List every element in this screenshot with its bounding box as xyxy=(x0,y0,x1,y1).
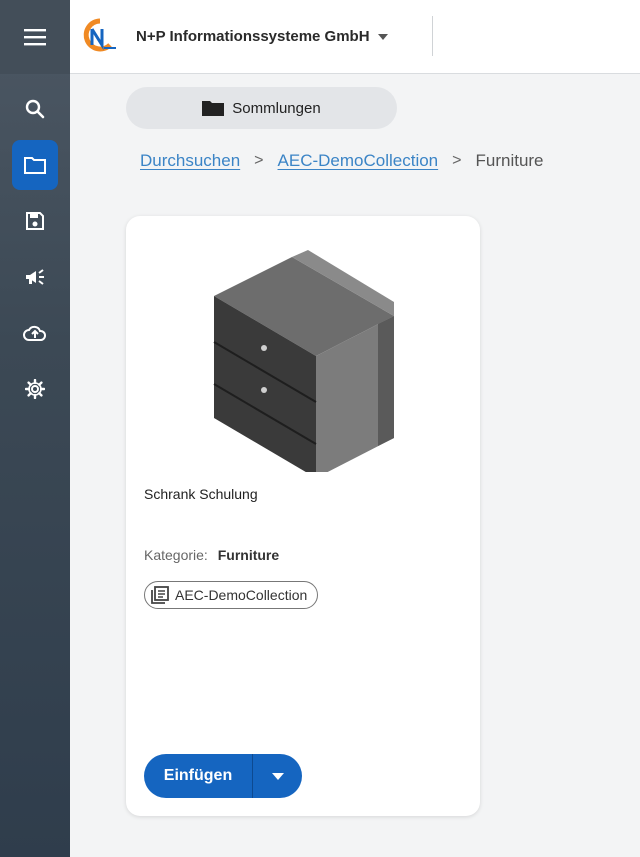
np-logo-icon xyxy=(80,17,120,57)
gear-icon xyxy=(25,379,45,399)
organization-name[interactable]: N+P Informationssysteme GmbH xyxy=(136,28,370,45)
sidebar-item-settings[interactable] xyxy=(12,364,58,414)
sidebar xyxy=(0,0,70,857)
insert-button[interactable]: Einfügen xyxy=(144,754,252,798)
library-icon xyxy=(151,586,169,604)
collections-button[interactable]: Sommlungen xyxy=(126,87,397,129)
breadcrumb-collection[interactable]: AEC-DemoCollection xyxy=(278,151,439,171)
sidebar-item-search[interactable] xyxy=(12,84,58,134)
main-content: Sommlungen Durchsuchen > AEC-DemoCollect… xyxy=(70,74,640,857)
sidebar-item-collections[interactable] xyxy=(12,140,58,190)
top-bar: N+P Informationssysteme GmbH xyxy=(70,0,640,74)
collection-chip-label: AEC-DemoCollection xyxy=(175,587,308,603)
breadcrumb: Durchsuchen > AEC-DemoCollection > Furni… xyxy=(140,149,544,173)
collections-button-label: Sommlungen xyxy=(232,99,321,117)
save-icon xyxy=(26,212,44,230)
category-value: Furniture xyxy=(217,547,280,563)
sidebar-item-broadcast[interactable] xyxy=(12,252,58,302)
insert-options-button[interactable] xyxy=(253,754,302,798)
cloud-upload-icon xyxy=(23,325,47,341)
topbar-divider xyxy=(432,16,433,56)
insert-split-button: Einfügen xyxy=(144,754,302,798)
broadcast-icon xyxy=(26,269,44,285)
item-title: Schrank Schulung xyxy=(144,486,258,502)
collection-chip[interactable]: AEC-DemoCollection xyxy=(144,581,319,609)
breadcrumb-separator: > xyxy=(254,152,264,169)
hamburger-menu-button[interactable] xyxy=(0,0,70,74)
sidebar-item-cloud-upload[interactable] xyxy=(12,308,58,358)
caret-down-icon[interactable] xyxy=(377,33,388,40)
item-card[interactable]: Schrank Schulung Kategorie: Furniture AE… xyxy=(126,216,480,816)
sidebar-item-save[interactable] xyxy=(12,196,58,246)
cabinet-thumbnail xyxy=(213,250,394,472)
item-category: Kategorie: Furniture xyxy=(144,547,279,563)
breadcrumb-separator: > xyxy=(452,152,462,169)
hamburger-menu-icon xyxy=(24,29,46,46)
folder-icon xyxy=(202,101,225,116)
caret-down-icon xyxy=(271,772,284,780)
search-icon xyxy=(25,99,45,119)
category-label: Kategorie: xyxy=(144,547,208,563)
breadcrumb-browse[interactable]: Durchsuchen xyxy=(140,151,240,171)
breadcrumb-current: Furniture xyxy=(475,151,544,170)
folder-icon xyxy=(24,157,46,174)
